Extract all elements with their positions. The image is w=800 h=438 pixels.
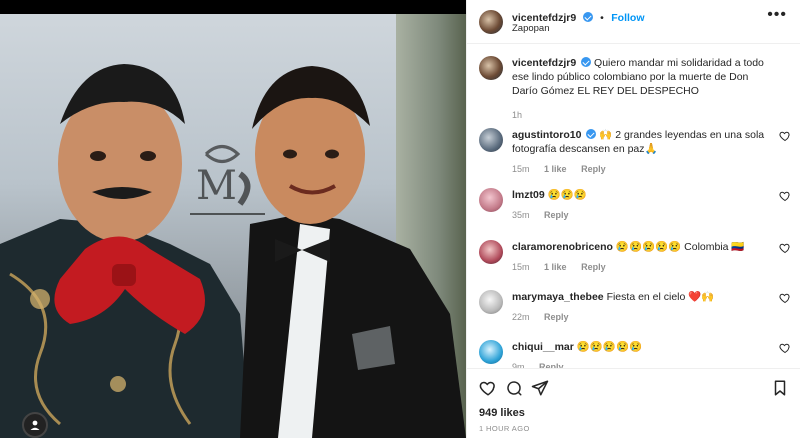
- likes-count[interactable]: 949 likes: [479, 407, 525, 419]
- comment-avatar[interactable]: [479, 188, 503, 212]
- verified-badge-icon: [586, 129, 597, 139]
- post-timestamp: 1 HOUR AGO: [479, 424, 530, 433]
- author-avatar[interactable]: [479, 10, 503, 34]
- comment-time: 22m: [512, 312, 530, 322]
- comment-text: 😢😢😢: [547, 189, 587, 201]
- comment-username[interactable]: chiqui__mar: [512, 341, 574, 353]
- comment-meta: 15m 1 like Reply: [512, 260, 774, 274]
- comment-meta: 35m Reply: [512, 208, 774, 222]
- verified-badge-icon: [582, 12, 593, 22]
- comment-text: 😢😢😢😢😢: [576, 341, 643, 353]
- caption-avatar[interactable]: [479, 56, 503, 80]
- comment-body: marymaya_thebee Fiesta en el cielo ❤️🙌 2…: [512, 290, 774, 324]
- comment-username[interactable]: claramorenobriceno: [512, 241, 613, 253]
- reply-button[interactable]: Reply: [544, 312, 569, 322]
- comment-avatar[interactable]: [479, 290, 503, 314]
- post-actions: 949 likes 1 HOUR AGO: [467, 368, 800, 438]
- heart-icon[interactable]: [779, 292, 791, 304]
- reply-button[interactable]: Reply: [581, 164, 606, 174]
- comment-avatar[interactable]: [479, 340, 503, 364]
- comment-username[interactable]: marymaya_thebee: [512, 291, 604, 303]
- comment-username[interactable]: agustintoro10: [512, 129, 581, 141]
- bookmark-icon[interactable]: [771, 379, 789, 397]
- caption-body: vicentefdzjr9 Quiero mandar mi solidarid…: [512, 56, 774, 122]
- caption-username[interactable]: vicentefdzjr9: [512, 57, 576, 69]
- heart-icon[interactable]: [779, 242, 791, 254]
- post-media-pane: M: [0, 0, 466, 438]
- comment-icon[interactable]: [505, 379, 523, 397]
- heart-icon[interactable]: [479, 379, 497, 397]
- heart-icon[interactable]: [779, 190, 791, 202]
- follow-button[interactable]: Follow: [611, 12, 644, 24]
- comment-meta: 15m 1 like Reply: [512, 162, 774, 176]
- comment-avatar[interactable]: [479, 128, 503, 152]
- post-header: vicentefdzjr9 • Follow Zapopan •••: [467, 0, 800, 44]
- comment-text: Fiesta en el cielo ❤️🙌: [606, 291, 715, 303]
- comment-text: 😢😢😢😢😢 Colombia 🇨🇴: [615, 241, 745, 253]
- post-photo[interactable]: M: [0, 14, 466, 438]
- comment-body: lmzt09 😢😢😢 35m Reply: [512, 188, 774, 222]
- user-tag-icon[interactable]: [22, 412, 48, 438]
- comment-meta: 22m Reply: [512, 310, 774, 324]
- comment-avatar[interactable]: [479, 240, 503, 264]
- svg-text:M: M: [196, 163, 237, 209]
- comment-body: agustintoro10 🙌 2 grandes leyendas en un…: [512, 128, 774, 176]
- photo-illustration: M: [0, 64, 466, 438]
- reply-button[interactable]: Reply: [581, 262, 606, 272]
- separator-dot: •: [600, 12, 604, 24]
- send-icon[interactable]: [531, 379, 549, 397]
- caption-time: 1h: [512, 110, 523, 120]
- comment-time: 35m: [512, 210, 530, 220]
- comment-likes[interactable]: 1 like: [544, 164, 567, 174]
- comment-time: 15m: [512, 164, 530, 174]
- comment-body: claramorenobriceno 😢😢😢😢😢 Colombia 🇨🇴 15m…: [512, 240, 774, 274]
- comment-time: 15m: [512, 262, 530, 272]
- caption-meta: 1h: [512, 108, 774, 122]
- verified-badge-icon: [581, 57, 592, 67]
- comment-username[interactable]: lmzt09: [512, 189, 545, 201]
- comments-panel: vicentefdzjr9 • Follow Zapopan ••• vicen…: [466, 0, 800, 438]
- reply-button[interactable]: Reply: [544, 210, 569, 220]
- comment-likes[interactable]: 1 like: [544, 262, 567, 272]
- heart-icon[interactable]: [779, 130, 791, 142]
- heart-icon[interactable]: [779, 342, 791, 354]
- more-options-icon[interactable]: •••: [767, 7, 787, 23]
- post-location[interactable]: Zapopan: [512, 23, 550, 34]
